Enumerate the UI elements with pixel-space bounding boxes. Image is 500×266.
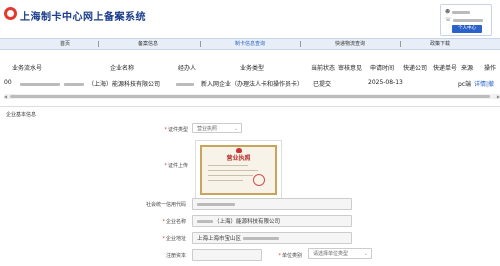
col-courier: 快递公司 (403, 65, 428, 72)
doc-type-label: *证件类型 (164, 127, 188, 133)
col-type: 业务类型 (240, 65, 265, 72)
credit-code-field[interactable] (192, 198, 352, 210)
col-company: 企业名称 (110, 65, 135, 72)
col-source: 来源 (461, 65, 474, 72)
logo-icon (4, 7, 17, 20)
user-phone-row: ☏ (445, 17, 484, 23)
org-type-select[interactable]: 请选择单位类型 ⌄ (308, 248, 372, 259)
user-panel: ☻ ☏ 个人中心 (440, 4, 492, 36)
scroll-left-icon[interactable]: ◀ (4, 94, 7, 99)
table-header: 业务流水号 企业名称 经办人 业务类型 当前状态 审核意见 申请时间 快递公司 … (0, 60, 500, 74)
table-row[interactable]: 00 （上海）能源科技有限公司 新入网企业（办理法人卡和操作员卡） 已提交 20… (0, 76, 500, 88)
org-type-label: *单位类别 (278, 253, 302, 259)
col-status: 当前状态 (311, 65, 336, 72)
col-serial: 业务流水号 (12, 65, 43, 72)
nav-home[interactable]: 首页 (20, 39, 110, 49)
section-title: 企业基本信息 (6, 112, 37, 118)
header: 上海制卡中心网上备案系统 ☻ ☏ 个人中心 (0, 0, 500, 36)
cell-company: （上海）能源科技有限公司 (88, 81, 161, 88)
credit-code-label: 社会统一信用代码 (145, 202, 186, 208)
col-review: 审核意见 (338, 65, 363, 72)
cell-type: 新入网企业（办理法人卡和操作员卡） (201, 81, 304, 88)
scrollbar-thumb[interactable] (10, 95, 490, 98)
company-name-label: *企业名称 (162, 219, 186, 225)
phone-icon: ☏ (445, 17, 452, 23)
chevron-down-icon: ⌄ (363, 251, 368, 257)
cell-date: 2025-08-13 (368, 79, 403, 86)
nav-filing-info[interactable]: 备案信息 (98, 39, 198, 49)
address-label: *企业地址 (162, 236, 186, 242)
business-license-image: 营业执照 (200, 145, 277, 195)
user-name-row: ☻ (445, 9, 471, 15)
reg-capital-label: 注册资本 (165, 253, 186, 259)
nav-card-query[interactable]: 制卡信息查询 (200, 39, 300, 49)
doc-type-select[interactable]: 营业执照 ⌄ (192, 123, 242, 133)
nav-policy-download[interactable]: 政策下载 (400, 39, 480, 49)
cell-status: 已提交 (313, 81, 332, 88)
company-name-field[interactable]: （上海）能源科技有限公司 (192, 215, 352, 227)
col-handler: 经办人 (178, 65, 197, 72)
chevron-down-icon: ⌄ (233, 126, 238, 132)
address-field[interactable]: 上海上海市宝山区 (192, 232, 352, 244)
col-date: 申请时间 (370, 65, 395, 72)
doc-upload-label: *证件上传 (164, 163, 188, 169)
nav-logistics-query[interactable]: 快递物流查询 (300, 39, 400, 49)
personal-center-button[interactable]: 个人中心 (452, 25, 482, 33)
license-title: 营业执照 (226, 155, 251, 162)
license-upload[interactable]: 营业执照 (195, 140, 282, 200)
site-title: 上海制卡中心网上备案系统 (20, 12, 146, 23)
col-tracking: 快递单号 (433, 65, 458, 72)
col-action: 操作 (484, 65, 497, 72)
seal-icon (253, 174, 265, 186)
user-icon: ☻ (445, 9, 451, 15)
section-divider (0, 106, 500, 107)
cell-source: pc端 (458, 81, 472, 88)
detail-link[interactable]: 详情|撤 (474, 79, 494, 88)
horizontal-scrollbar[interactable]: ◀ ▶ (4, 94, 500, 99)
main-nav: 首页 备案信息 制卡信息查询 快递物流查询 政策下载 (0, 38, 500, 50)
reg-capital-field[interactable] (192, 249, 262, 261)
cell-serial: 00 (4, 79, 12, 86)
